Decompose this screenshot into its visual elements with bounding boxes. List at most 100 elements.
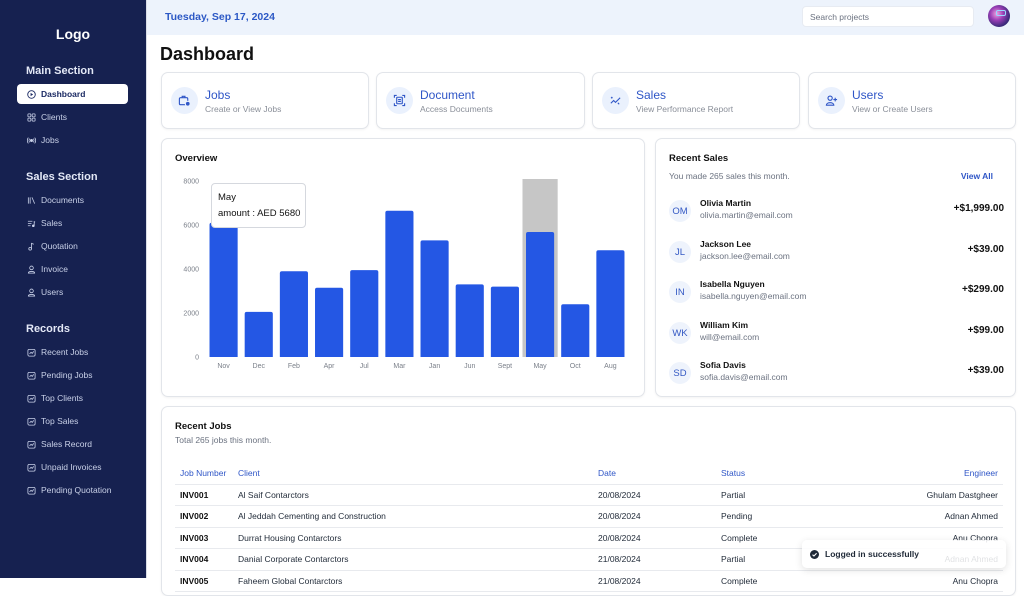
y-tick-label: 8000 (183, 179, 199, 186)
sidebar-item-label: Unpaid Invoices (41, 462, 102, 472)
top-header: Tuesday, Sep 17, 2024 (147, 0, 1024, 35)
sidebar-item-unpaid-invoices[interactable]: Unpaid Invoices (17, 457, 128, 477)
sidebar-item-label: Dashboard (41, 89, 86, 99)
user-icon (26, 264, 36, 274)
user-avatar[interactable] (988, 5, 1010, 27)
cell-engineer: Adnan Ahmed (856, 505, 1003, 528)
sidebar-item-top-sales[interactable]: Top Sales (17, 411, 128, 431)
section-title-sales: Sales Section (26, 171, 98, 183)
sidebar-item-top-clients[interactable]: Top Clients (17, 388, 128, 408)
sidebar-item-sales[interactable]: Sales (17, 213, 128, 233)
y-tick-label: 6000 (183, 223, 199, 230)
column-header-client[interactable]: Client (233, 462, 593, 485)
sidebar-item-label: Sales (41, 218, 63, 228)
cell-engineer: Anu Chopra (856, 570, 1003, 592)
sidebar-item-sales-record[interactable]: Sales Record (17, 434, 128, 454)
quick-card-title: Users (852, 88, 884, 102)
table-header-row: Job Number Client Date Status Engineer (175, 462, 1003, 485)
sidebar-item-quotation[interactable]: Quotation (17, 236, 128, 256)
quick-card-jobs[interactable]: Jobs Create or View Jobs (161, 72, 369, 129)
y-tick-label: 4000 (183, 267, 199, 274)
sale-avatar: OM (669, 200, 691, 222)
bar-may[interactable] (526, 232, 555, 357)
table-row[interactable]: INV002 Al Jeddah Cementing and Construct… (175, 505, 1003, 528)
cell-status: Partial (716, 484, 856, 506)
cell-client: Faheem Global Contarctors (233, 570, 593, 592)
quick-card-sales[interactable]: Sales View Performance Report (592, 72, 800, 129)
sale-row: IN Isabella Nguyen isabella.nguyen@email… (669, 277, 1004, 307)
sidebar-item-label: Clients (41, 112, 67, 122)
page-title: Dashboard (160, 44, 255, 64)
column-header-engineer[interactable]: Engineer (856, 462, 1003, 485)
recent-sales-card: Recent Sales You made 265 sales this mon… (655, 138, 1016, 397)
sidebar-item-documents[interactable]: Documents (17, 190, 128, 210)
sale-name: Olivia Martin (700, 198, 752, 208)
column-header-status[interactable]: Status (716, 462, 856, 485)
toast-notification[interactable]: Logged in successfully (802, 540, 1006, 568)
sidebar-item-users[interactable]: Users (17, 282, 128, 302)
toast-message: Logged in successfully (825, 549, 919, 559)
sidebar-item-label: Top Clients (41, 393, 84, 403)
sale-amount: +$1,999.00 (953, 203, 1004, 214)
cell-client: Al Jeddah Cementing and Construction (233, 505, 593, 528)
bar-jun[interactable] (455, 284, 484, 357)
tooltip-label: May (218, 192, 236, 203)
sidebar-item-recent-jobs[interactable]: Recent Jobs (17, 342, 128, 362)
bar-dec[interactable] (244, 311, 273, 357)
broadcast-icon (26, 135, 36, 145)
recent-jobs-table: Job Number Client Date Status Engineer I… (175, 462, 1003, 592)
chart-square-icon (26, 439, 36, 449)
x-tick-label: Aug (604, 363, 617, 370)
sidebar-item-pending-jobs[interactable]: Pending Jobs (17, 365, 128, 385)
bar-feb[interactable] (279, 271, 308, 357)
quick-card-title: Jobs (205, 88, 231, 102)
sidebar-item-label: Documents (41, 195, 84, 205)
sidebar-item-invoice[interactable]: Invoice (17, 259, 128, 279)
sale-email: jackson.lee@email.com (700, 251, 790, 261)
overview-bar-chart: 0 2000 4000 6000 8000 Nov Dec Feb Apr Jul Mar Jan J… (183, 179, 625, 370)
sale-avatar: WK (669, 322, 691, 344)
bar-jan[interactable] (420, 240, 449, 357)
bar-sept[interactable] (490, 286, 519, 357)
bar-aug[interactable] (596, 250, 625, 357)
cell-job-number: INV003 (175, 527, 233, 549)
list-music-icon (26, 218, 36, 228)
recent-jobs-title: Recent Jobs (175, 421, 232, 432)
x-tick-label: Sept (498, 363, 512, 370)
sidebar: Logo Main Section Dashboard Clients Jobs… (0, 0, 146, 578)
table-row[interactable]: INV001 Al Saif Contarctors 20/08/2024 Pa… (175, 484, 1003, 506)
logo[interactable]: Logo (0, 26, 146, 42)
bar-nov[interactable] (209, 222, 238, 357)
sidebar-item-label: Sales Record (41, 439, 93, 449)
sidebar-item-clients[interactable]: Clients (17, 107, 128, 127)
table-row[interactable]: INV005 Faheem Global Contarctors 21/08/2… (175, 570, 1003, 592)
sidebar-divider (146, 0, 147, 578)
x-tick-label: Dec (253, 363, 266, 370)
sidebar-item-label: Pending Quotation (41, 485, 112, 495)
bar-oct[interactable] (561, 304, 590, 357)
recent-jobs-subtitle: Total 265 jobs this month. (175, 435, 272, 445)
view-all-link[interactable]: View All (961, 171, 993, 181)
bar-mar[interactable] (385, 210, 414, 357)
sale-amount: +$39.00 (967, 244, 1004, 255)
check-circle-icon (810, 549, 819, 559)
column-header-job-number[interactable]: Job Number (175, 462, 233, 485)
sidebar-item-pending-quotation[interactable]: Pending Quotation (17, 480, 128, 500)
bar-apr[interactable] (315, 287, 344, 357)
x-tick-label: Oct (570, 363, 581, 370)
cell-job-number: INV002 (175, 505, 233, 528)
quick-card-users[interactable]: Users View or Create Users (808, 72, 1016, 129)
column-header-date[interactable]: Date (593, 462, 716, 485)
search-input[interactable] (802, 6, 974, 27)
sale-row: OM Olivia Martin olivia.martin@email.com… (669, 196, 1004, 226)
sidebar-item-jobs[interactable]: Jobs (17, 130, 128, 150)
cell-client: Durrat Housing Contarctors (233, 527, 593, 549)
y-tick-label: 2000 (183, 311, 199, 318)
sidebar-item-label: Quotation (41, 241, 78, 251)
quick-card-document[interactable]: Document Access Documents (376, 72, 585, 129)
sidebar-item-dashboard[interactable]: Dashboard (17, 84, 128, 104)
bar-jul[interactable] (350, 270, 379, 357)
x-tick-label: Nov (217, 363, 230, 370)
quick-card-subtitle: View or Create Users (852, 104, 933, 114)
library-icon (26, 195, 36, 205)
